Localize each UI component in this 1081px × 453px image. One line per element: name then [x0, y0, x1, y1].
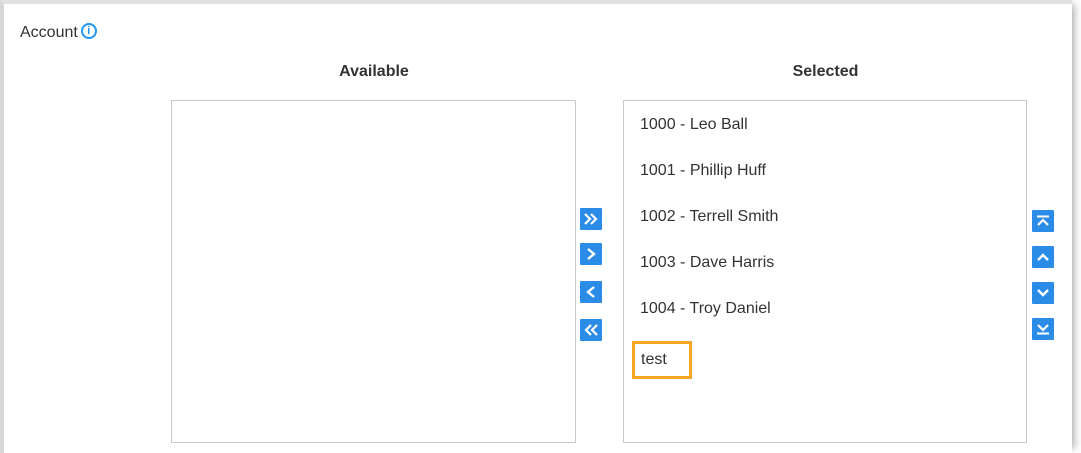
list-item[interactable]: 1000 - Leo Ball: [624, 111, 1026, 157]
remove-all-button[interactable]: [580, 319, 602, 341]
move-down-button[interactable]: [1032, 282, 1054, 304]
double-chevron-left-icon: [584, 324, 598, 336]
info-icon[interactable]: i: [80, 23, 97, 39]
chevron-down-icon: [1037, 289, 1049, 297]
move-to-bottom-icon: [1037, 324, 1049, 335]
list-item[interactable]: 1003 - Dave Harris: [624, 249, 1026, 295]
list-item[interactable]: 1001 - Phillip Huff: [624, 157, 1026, 203]
move-top-button[interactable]: [1032, 210, 1054, 232]
account-label: Account i: [20, 23, 97, 42]
list-item[interactable]: 1002 - Terrell Smith: [624, 203, 1026, 249]
move-bottom-button[interactable]: [1032, 318, 1054, 340]
account-panel: Account i Available Selected 1000 - Leo …: [0, 0, 1072, 453]
add-selected-button[interactable]: [580, 243, 602, 265]
chevron-left-icon: [586, 286, 595, 298]
double-chevron-right-icon: [584, 213, 598, 225]
list-item-highlighted[interactable]: test: [624, 341, 1026, 387]
chevron-up-icon: [1037, 253, 1049, 261]
move-to-top-icon: [1037, 215, 1049, 226]
chevron-right-icon: [587, 248, 596, 260]
selected-title: Selected: [792, 63, 859, 80]
move-up-button[interactable]: [1032, 246, 1054, 268]
list-item[interactable]: 1004 - Troy Daniel: [624, 295, 1026, 341]
add-all-button[interactable]: [580, 208, 602, 230]
remove-selected-button[interactable]: [580, 281, 602, 303]
available-title: Available: [339, 63, 409, 80]
available-listbox[interactable]: [171, 100, 576, 443]
selected-listbox[interactable]: 1000 - Leo Ball 1001 - Phillip Huff 1002…: [623, 100, 1027, 443]
account-label-text: Account: [20, 24, 78, 41]
